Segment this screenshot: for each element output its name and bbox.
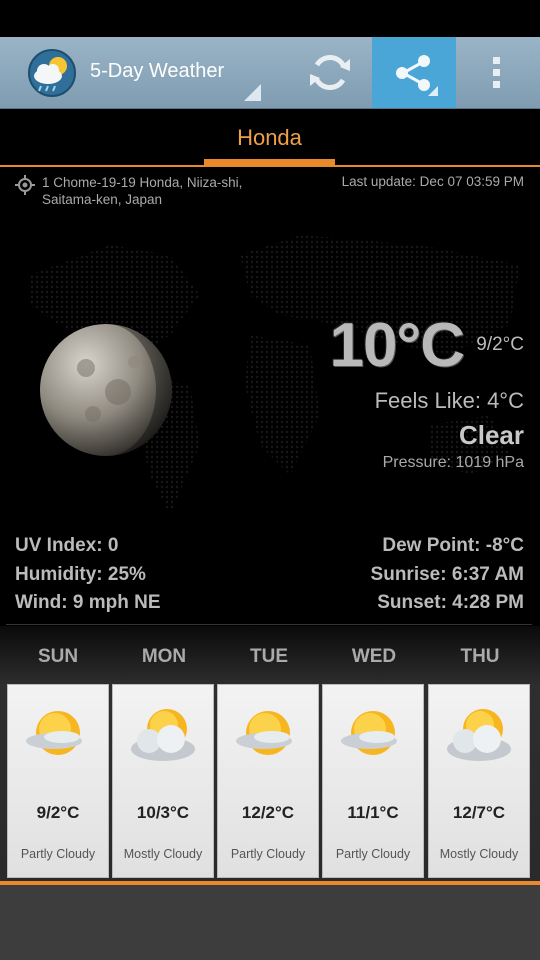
action-bar: 5-Day Weather bbox=[0, 37, 540, 109]
weather-app-icon[interactable] bbox=[26, 49, 78, 97]
location-address: 1 Chome-19-19 Honda, Niiza-shi, Saitama-… bbox=[42, 174, 282, 208]
address-line-2: Saitama-ken, Japan bbox=[42, 192, 163, 207]
forecast-card-wed[interactable]: 11/1°C Partly Cloudy bbox=[322, 684, 424, 878]
location-tab-bar: Honda bbox=[0, 108, 540, 167]
forecast-condition: Mostly Cloudy bbox=[439, 847, 519, 861]
dew-point: Dew Point: -8°C bbox=[382, 535, 524, 556]
section-divider bbox=[6, 624, 532, 625]
partly-cloudy-icon bbox=[236, 711, 292, 755]
forecast-card-thu[interactable]: 12/7°C Mostly Cloudy bbox=[428, 684, 530, 878]
forecast-day-wed: WED bbox=[351, 646, 397, 667]
address-line-1: 1 Chome-19-19 Honda, Niiza-shi, bbox=[42, 175, 243, 190]
today-high-low: 9/2°C bbox=[476, 334, 524, 355]
humidity: Humidity: 25% bbox=[15, 564, 146, 585]
sunset: Sunset: 4:28 PM bbox=[377, 592, 524, 613]
forecast-day-sun: SUN bbox=[37, 646, 79, 667]
uv-index: UV Index: 0 bbox=[15, 535, 119, 556]
partly-cloudy-icon bbox=[26, 711, 82, 755]
forecast-condition: Mostly Cloudy bbox=[123, 847, 203, 861]
wind: Wind: 9 mph NE bbox=[15, 592, 161, 613]
share-dropdown-indicator bbox=[428, 86, 438, 96]
last-update: Last update: Dec 07 03:59 PM bbox=[341, 174, 524, 189]
forecast-day-tue: TUE bbox=[250, 646, 288, 667]
forecast-card-sun[interactable]: 9/2°C Partly Cloudy bbox=[7, 684, 109, 878]
forecast-temp: 12/2°C bbox=[241, 803, 295, 822]
tab-honda[interactable]: Honda bbox=[204, 125, 335, 151]
forecast-temp: 11/1°C bbox=[347, 803, 399, 822]
app-title[interactable]: 5-Day Weather bbox=[90, 60, 224, 83]
forecast-day-mon: MON bbox=[141, 646, 187, 667]
moon-icon bbox=[40, 324, 172, 456]
mostly-cloudy-icon bbox=[131, 709, 195, 761]
pressure: Pressure: 1019 hPa bbox=[382, 454, 524, 471]
current-temperature: 10°C bbox=[329, 311, 465, 380]
forecast-condition: Partly Cloudy bbox=[335, 847, 411, 861]
forecast-card-tue[interactable]: 12/2°C Partly Cloudy bbox=[217, 684, 319, 878]
forecast-temp: 9/2°C bbox=[36, 803, 80, 822]
feels-like: Feels Like: 4°C bbox=[374, 388, 524, 413]
location-icon bbox=[15, 175, 35, 195]
overflow-menu-button[interactable] bbox=[472, 37, 522, 108]
share-icon bbox=[396, 55, 430, 91]
refresh-icon bbox=[310, 54, 350, 91]
forecast-temp: 10/3°C bbox=[136, 803, 190, 822]
spinner-indicator bbox=[244, 84, 261, 101]
refresh-button[interactable] bbox=[300, 37, 360, 108]
forecast-card-mon[interactable]: 10/3°C Mostly Cloudy bbox=[112, 684, 214, 878]
bottom-area bbox=[0, 885, 540, 960]
partly-cloudy-icon bbox=[341, 711, 397, 755]
share-button[interactable] bbox=[372, 37, 456, 108]
forecast-condition: Partly Cloudy bbox=[20, 847, 96, 861]
status-bar bbox=[0, 0, 540, 37]
tab-indicator bbox=[204, 159, 335, 165]
forecast-day-thu: THU bbox=[460, 646, 500, 667]
five-day-forecast: SUN MON TUE WED THU 9/2°C Partly Cloudy … bbox=[0, 626, 540, 882]
mostly-cloudy-icon bbox=[447, 709, 511, 761]
forecast-condition: Partly Cloudy bbox=[230, 847, 306, 861]
sunrise: Sunrise: 6:37 AM bbox=[370, 564, 524, 585]
current-condition: Clear bbox=[458, 420, 524, 450]
forecast-temp: 12/7°C bbox=[452, 803, 506, 822]
overflow-menu-icon bbox=[493, 57, 500, 88]
